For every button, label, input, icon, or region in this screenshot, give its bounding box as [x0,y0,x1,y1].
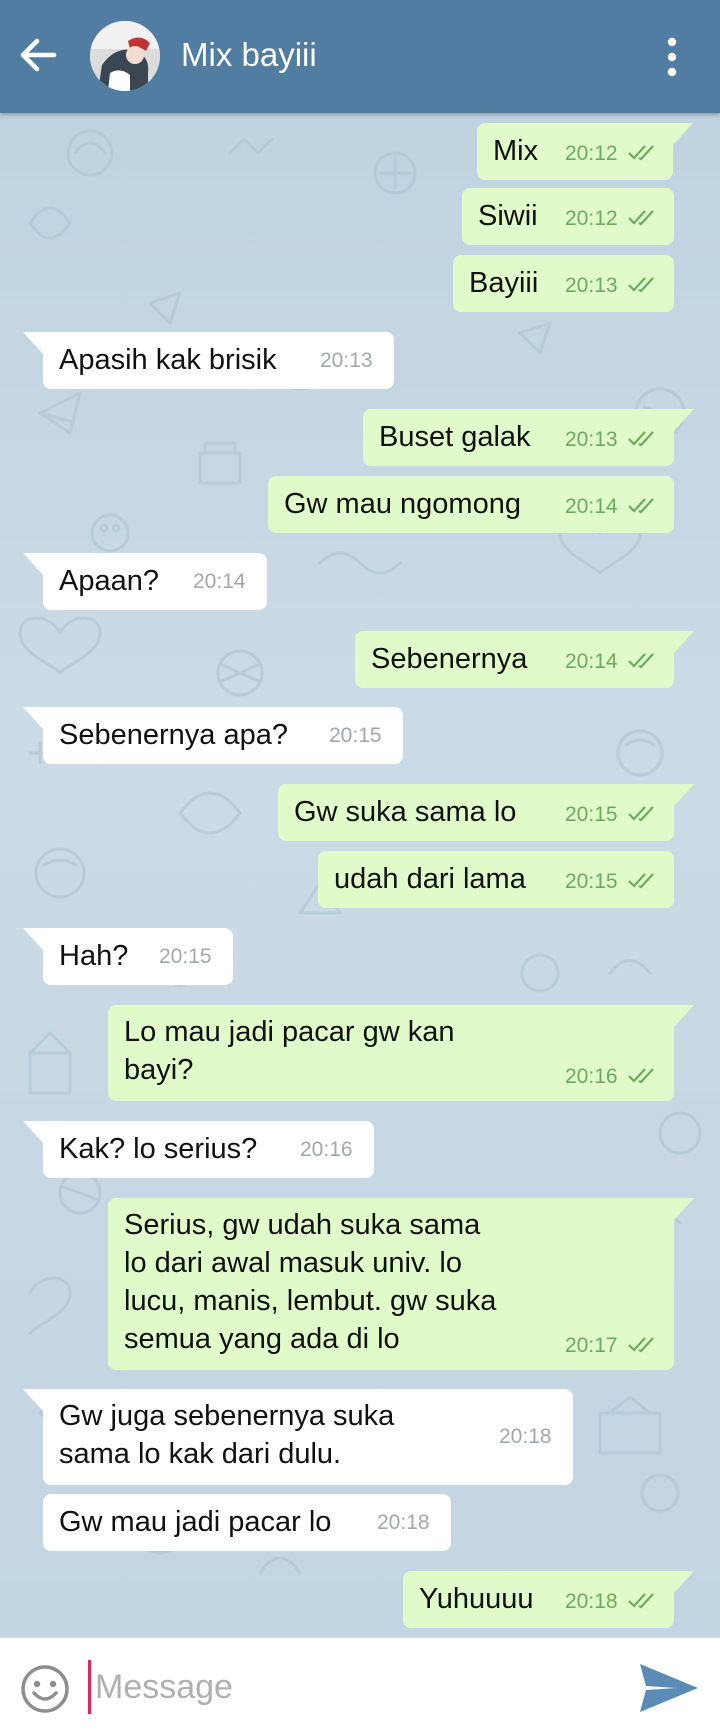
double-check-icon [628,210,654,226]
avatar-photo [90,21,160,91]
double-check-icon [628,498,654,514]
message-bubble-incoming[interactable]: Apasih kak brisik 20:13 [23,332,394,389]
message-text-line: bayi? [124,1054,194,1086]
smiley-icon[interactable] [18,1662,72,1716]
message-time: 20:16 [300,1138,353,1161]
message-bubble-incoming[interactable]: Hah? 20:15 [23,928,233,985]
double-check-icon [628,431,654,447]
message-bubble-outgoing[interactable]: Gw mau ngomong 20:14 [268,476,674,533]
message-time: 20:15 [565,803,618,826]
message-bubble-outgoing[interactable]: Siwii 20:12 [462,188,674,245]
message-text-line: Serius, gw udah suka sama [124,1209,481,1241]
message-text: Sebenernya apa? [59,719,288,751]
chat-title: Mix bayiii [181,36,317,73]
avatar[interactable] [90,21,160,91]
message-time: 20:18 [565,1590,618,1613]
double-check-icon [628,1068,654,1084]
message-text: Siwii [478,200,538,232]
double-check-icon [628,1593,654,1609]
message-text: Bayiii [469,267,539,299]
message-text: Apasih kak brisik [59,344,277,376]
message-bubble-outgoing[interactable]: udah dari lama 20:15 [318,851,674,908]
message-time: 20:14 [565,495,618,518]
message-time: 20:16 [565,1065,618,1088]
message-text: Sebenernya [371,643,528,675]
message-time: 20:13 [565,428,618,451]
message-text: Buset galak [379,421,531,453]
message-text-line: lucu, manis, lembut. gw suka [124,1285,497,1317]
double-check-icon [628,277,654,293]
message-time: 20:13 [565,274,618,297]
chat-area[interactable]: Mix 20:12 Siwii 20:12 Bayiii 20:13 Apasi… [0,113,720,1637]
message-time: 20:17 [565,1334,618,1357]
message-bubble-outgoing[interactable]: Yuhuuuu 20:18 [403,1571,694,1628]
send-icon[interactable] [636,1658,702,1718]
message-text: Yuhuuuu [419,1583,534,1615]
message-time: 20:12 [565,207,618,230]
message-time: 20:13 [320,349,373,372]
message-text: Gw mau ngomong [284,488,521,520]
message-text: udah dari lama [334,863,526,895]
message-bubble-outgoing[interactable]: Buset galak 20:13 [363,409,694,466]
message-text: Gw mau jadi pacar lo [59,1506,332,1538]
message-text-line: lo dari awal masuk univ. lo [124,1247,462,1279]
message-text-line: Lo mau jadi pacar gw kan [124,1016,455,1048]
message-time: 20:14 [193,570,246,593]
message-text: Gw suka sama lo [294,796,517,828]
double-check-icon [628,653,654,669]
message-text: Mix [493,135,539,167]
message-bubble-outgoing[interactable]: Mix 20:12 [477,123,693,180]
message-text: Kak? lo serius? [59,1133,258,1165]
message-time: 20:15 [329,724,382,747]
arrow-left-icon[interactable] [14,30,64,80]
message-text-line: semua yang ada di lo [124,1323,400,1355]
message-time: 20:15 [565,870,618,893]
message-bubble-outgoing[interactable]: Bayiii 20:13 [453,255,674,312]
message-time: 20:18 [499,1425,552,1448]
message-bubble-incoming[interactable]: Gw juga sebenernya suka sama lo kak dari… [23,1389,573,1485]
message-text: Hah? [59,940,129,972]
message-bubble-outgoing[interactable]: Sebenernya 20:14 [355,631,694,688]
message-composer [0,1637,720,1736]
message-bubble-outgoing[interactable]: Serius, gw udah suka sama lo dari awal m… [108,1198,694,1370]
message-text-line: sama lo kak dari dulu. [59,1438,342,1470]
message-bubble-outgoing[interactable]: Gw suka sama lo 20:15 [278,784,694,841]
message-time: 20:18 [377,1511,430,1534]
message-input[interactable] [88,1660,608,1714]
kebab-menu-icon[interactable] [654,32,690,82]
double-check-icon [628,145,654,161]
message-time: 20:15 [159,945,212,968]
message-bubble-incoming[interactable]: Apaan? 20:14 [23,553,267,610]
message-bubble-outgoing[interactable]: Lo mau jadi pacar gw kan bayi? 20:16 [108,1005,694,1101]
double-check-icon [628,806,654,822]
message-bubble-incoming[interactable]: Gw mau jadi pacar lo 20:18 [43,1494,451,1551]
message-bubble-incoming[interactable]: Kak? lo serius? 20:16 [23,1121,374,1178]
double-check-icon [628,1337,654,1353]
message-text: Apaan? [59,565,159,597]
message-time: 20:14 [565,650,618,673]
double-check-icon [628,873,654,889]
chat-header: Mix bayiii [0,0,720,113]
message-bubble-incoming[interactable]: Sebenernya apa? 20:15 [23,707,403,764]
message-time: 20:12 [565,142,618,165]
message-text-line: Gw juga sebenernya suka [59,1400,395,1432]
